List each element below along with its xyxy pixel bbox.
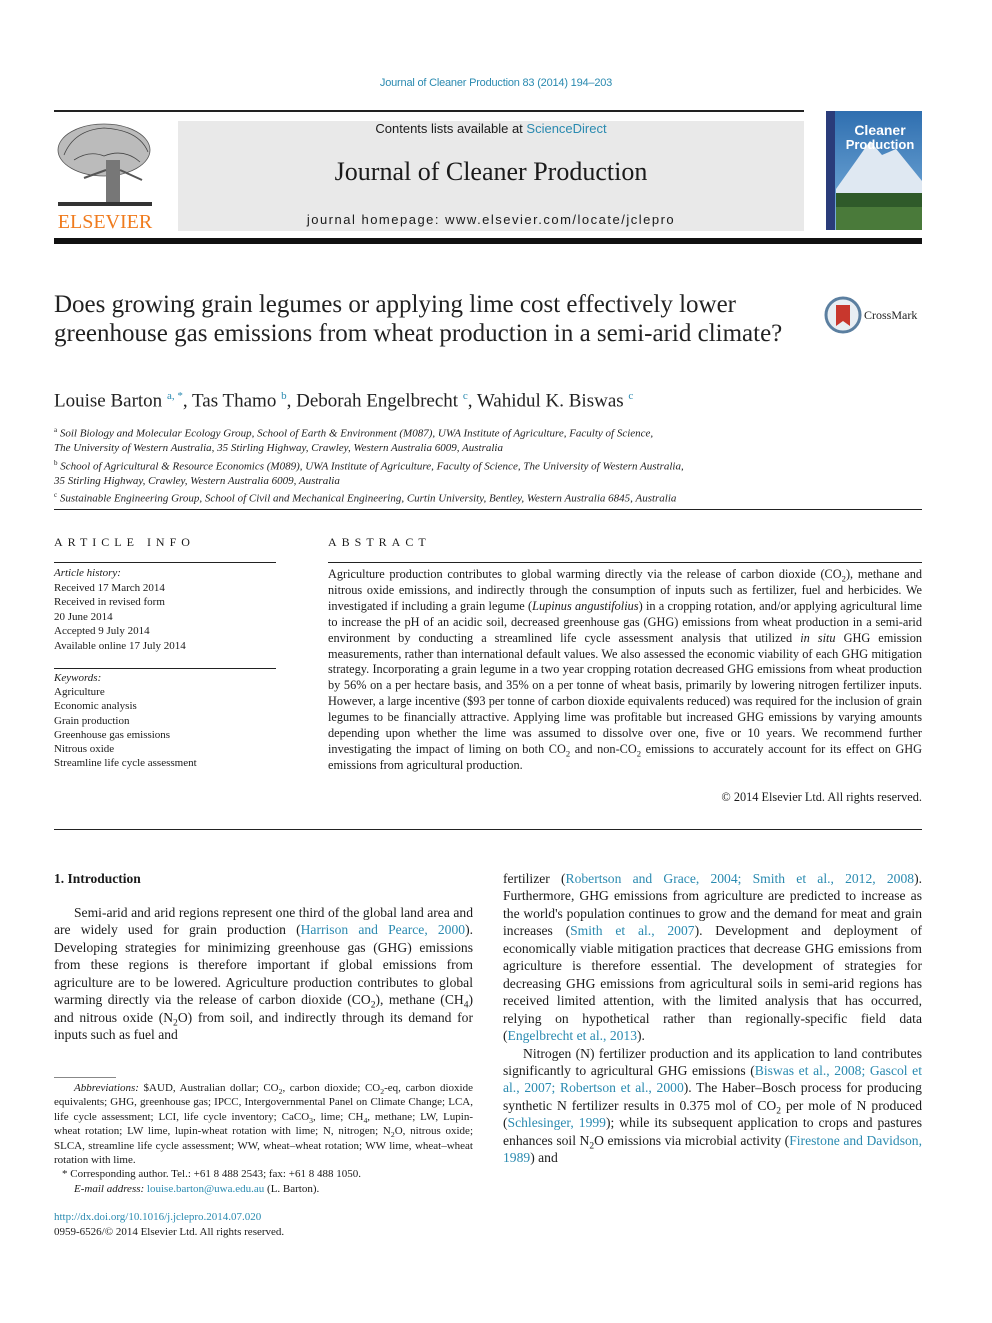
corresponding-author-footnote: * Corresponding author. Tel.: +61 8 488 … (62, 1168, 361, 1181)
footnote-rule (54, 1077, 116, 1078)
article-info-heading: ARTICLE INFO (54, 535, 195, 549)
journal-name[interactable]: Journal of Cleaner Production (178, 157, 804, 187)
keywords-label: Keywords: (54, 672, 102, 684)
crossmark-icon (824, 296, 862, 334)
intro-right-column: fertilizer (Robertson and Grace, 2004; S… (503, 871, 922, 1166)
history-item: Received in revised form (54, 596, 165, 608)
author-name[interactable]: Deborah Engelbrecht (296, 390, 458, 411)
crossmark-button[interactable]: CrossMark (824, 296, 924, 336)
keyword: Agriculture (54, 686, 105, 699)
history-item: Available online 17 July 2014 (54, 639, 186, 652)
running-head-citation[interactable]: Journal of Cleaner Production 83 (2014) … (0, 77, 992, 89)
keyword: Greenhouse gas emissions (54, 728, 171, 741)
cover-title-line2: Production (846, 137, 915, 152)
history-label: Article history: (54, 567, 121, 579)
article-history: Article history: Received 17 March 2014 … (54, 566, 186, 653)
author-affiliation-marker[interactable]: c (628, 390, 633, 402)
citation-link[interactable]: Schlesinger, 1999 (508, 1115, 606, 1130)
author-affiliation-marker[interactable]: b (281, 390, 287, 402)
keyword: Grain production (54, 714, 130, 727)
citation-link[interactable]: Engelbrecht et al., 2013 (508, 1028, 637, 1043)
author-email-link[interactable]: louise.barton@uwa.edu.au (147, 1183, 264, 1195)
keyword: Nitrous oxide (54, 743, 115, 756)
issn-copyright: 0959-6526/© 2014 Elsevier Ltd. All right… (54, 1226, 285, 1238)
history-item: Accepted 9 July 2014 (54, 625, 150, 637)
author-affiliation-marker[interactable]: a, * (167, 390, 183, 402)
divider (54, 509, 922, 510)
contents-line: Contents lists available at ScienceDirec… (178, 121, 804, 137)
affiliations: a Soil Biology and Molecular Ecology Gro… (54, 423, 914, 506)
abstract-copyright: © 2014 Elsevier Ltd. All rights reserved… (721, 790, 922, 804)
divider (54, 562, 276, 563)
journal-homepage-link[interactable]: journal homepage: www.elsevier.com/locat… (178, 212, 804, 227)
abstract-heading: ABSTRACT (328, 535, 431, 549)
elsevier-logo[interactable]: ELSEVIER (54, 120, 156, 233)
author-name[interactable]: Wahidul K. Biswas (477, 390, 624, 411)
keyword: Streamline life cycle assessment (54, 757, 197, 770)
abstract-text: Agriculture production contributes to gl… (328, 567, 923, 772)
crossmark-label: CrossMark (864, 308, 918, 322)
intro-left-column: Semi-arid and arid regions represent one… (54, 905, 473, 1043)
masthead-top-rule (54, 110, 804, 112)
divider (54, 668, 276, 669)
abbreviations-footnote: Abbreviations: $AUD, Australian dollar; … (54, 1082, 474, 1167)
elsevier-wordmark: ELSEVIER (58, 211, 153, 232)
citation-link[interactable]: Smith et al., 2007 (570, 923, 694, 938)
keywords: Keywords: Agriculture Economic analysis … (54, 671, 197, 770)
author-name[interactable]: Tas Thamo (192, 390, 276, 411)
history-item: Received 17 March 2014 (54, 581, 165, 594)
author-affiliation-marker[interactable]: c (463, 390, 468, 402)
affiliation-b: b School of Agricultural & Resource Econ… (54, 458, 684, 487)
sciencedirect-link[interactable]: ScienceDirect (526, 121, 606, 136)
section-heading-introduction: 1. Introduction (54, 871, 141, 886)
journal-cover-icon: Cleaner Production (826, 111, 922, 230)
email-footnote: E-mail address: louise.barton@uwa.edu.au… (74, 1182, 320, 1195)
article-title: Does growing grain legumes or applying l… (54, 291, 783, 347)
masthead-thick-rule (54, 238, 922, 244)
elsevier-tree-icon: ELSEVIER (57, 123, 153, 233)
masthead-banner: Contents lists available at ScienceDirec… (178, 121, 804, 231)
affiliation-a: a Soil Biology and Molecular Ecology Gro… (54, 426, 654, 455)
citation-link[interactable]: Harrison and Pearce, 2000 (301, 922, 465, 937)
footnotes: Abbreviations: $AUD, Australian dollar; … (54, 1081, 473, 1196)
divider (54, 829, 922, 830)
divider (328, 562, 922, 563)
affiliation-c: c Sustainable Engineering Group, School … (54, 491, 677, 505)
history-item: 20 June 2014 (54, 610, 113, 623)
keyword: Economic analysis (54, 700, 137, 713)
doi-link[interactable]: http://dx.doi.org/10.1016/j.jclepro.2014… (54, 1211, 261, 1223)
journal-cover-image[interactable]: Cleaner Production (826, 111, 922, 230)
author-list: Louise Barton a, *, Tas Thamo b, Deborah… (54, 390, 634, 412)
contents-prefix: Contents lists available at (375, 121, 527, 136)
cover-title-line1: Cleaner (854, 122, 906, 138)
author-name[interactable]: Louise Barton (54, 390, 162, 411)
citation-link[interactable]: Robertson and Grace, 2004; Smith et al.,… (566, 871, 915, 886)
